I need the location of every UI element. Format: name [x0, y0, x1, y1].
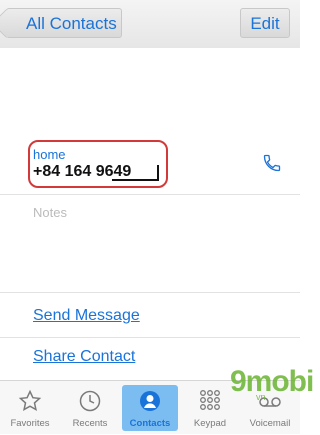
notes-field[interactable]: Notes — [33, 205, 67, 220]
all-contacts-back-button[interactable]: All Contacts — [6, 8, 122, 38]
edit-button-label: Edit — [250, 14, 280, 33]
phone-call-icon[interactable] — [262, 153, 282, 173]
keypad-icon — [200, 390, 220, 410]
send-message-link[interactable]: Send Message — [33, 307, 140, 325]
divider — [0, 292, 300, 293]
navigation-bar: All Contacts Edit — [0, 0, 300, 48]
star-icon — [18, 389, 42, 411]
watermark-suffix: vn — [256, 392, 266, 402]
watermark-logo: 9mobi — [230, 365, 314, 398]
clock-icon — [79, 390, 101, 412]
divider — [0, 337, 300, 338]
tab-contacts[interactable]: Contacts — [120, 381, 180, 435]
phone-type-label[interactable]: home — [33, 147, 66, 162]
tab-label: Recents — [72, 418, 108, 429]
tab-label: Keypad — [193, 418, 227, 429]
tab-favorites[interactable]: Favorites — [0, 381, 60, 435]
text-cursor — [157, 165, 159, 181]
tab-recents[interactable]: Recents — [60, 381, 120, 435]
back-button-label: All Contacts — [26, 14, 117, 33]
tab-label: Contacts — [129, 418, 171, 429]
divider — [0, 194, 300, 195]
edit-button[interactable]: Edit — [240, 8, 290, 38]
tab-label: Voicemail — [249, 418, 291, 429]
text-underline — [112, 179, 158, 181]
share-contact-link[interactable]: Share Contact — [33, 348, 135, 366]
person-icon — [140, 391, 160, 411]
tab-label: Favorites — [10, 418, 50, 429]
